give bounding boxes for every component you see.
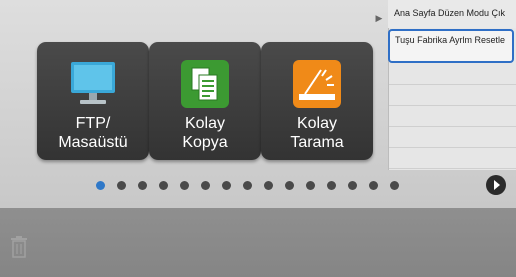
collapse-panel-icon[interactable]: ▶ [372,10,386,26]
copy-documents-icon [177,56,233,112]
shortcut-label-line1: Kolay [184,115,226,132]
action-panel-empty-row [389,64,516,85]
shortcut-label-line2: Masaüstü [58,134,128,151]
page-dot[interactable] [201,181,210,190]
page-dot-active[interactable] [96,181,105,190]
shortcut-label-line1: FTP/ [75,115,111,132]
page-indicator [0,176,516,196]
exit-home-edit-mode-button[interactable]: Ana Sayfa Düzen Modu Çık [388,0,516,28]
action-panel-empty-row [389,127,516,148]
action-panel-empty-row [389,106,516,127]
page-dot[interactable] [117,181,126,190]
shortcut-label-line2: Kopya [182,134,228,151]
page-dot[interactable] [327,181,336,190]
bottom-bar [0,208,516,277]
page-dot[interactable] [243,181,252,190]
shortcut-label-line2: Tarama [290,134,344,151]
page-dot[interactable] [306,181,315,190]
page-dot[interactable] [390,181,399,190]
page-dot[interactable] [222,181,231,190]
monitor-icon [65,56,121,112]
action-panel-empty-row [389,148,516,169]
shortcut-easy-scan[interactable]: Kolay Tarama [261,42,373,160]
shortcut-ftp-desktop[interactable]: FTP/ Masaüstü [37,42,149,160]
page-dot[interactable] [285,181,294,190]
action-panel-empty-row [389,85,516,106]
scanner-icon [289,56,345,112]
shortcut-easy-copy[interactable]: Kolay Kopya [149,42,261,160]
page-dot[interactable] [138,181,147,190]
page-dot[interactable] [180,181,189,190]
page-dot[interactable] [159,181,168,190]
next-page-button[interactable] [486,175,506,195]
reset-keys-factory-default-button[interactable]: Tuşu Fabrika Ayrlm Resetle [388,29,514,63]
page-dot[interactable] [264,181,273,190]
trash-icon[interactable] [10,236,28,258]
page-dot[interactable] [369,181,378,190]
shortcut-label-line1: Kolay [296,115,338,132]
page-dot[interactable] [348,181,357,190]
